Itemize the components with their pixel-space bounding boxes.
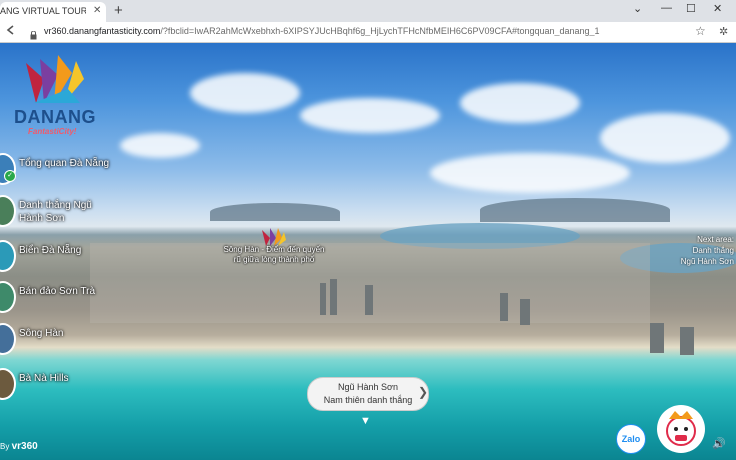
thumbnail-image: [0, 281, 16, 313]
sidebar-item-label: Sông Hàn: [19, 328, 64, 339]
cloud-shape: [430, 153, 630, 193]
thumbnail-image: [0, 368, 16, 400]
cloud-shape: [300, 98, 440, 133]
sidebar-item-ngu-hanh-son[interactable]: Danh thắng Ngũ Hành Sơn: [0, 195, 110, 227]
cloud-shape: [190, 73, 300, 113]
next-area-line1: Next area:: [697, 235, 734, 244]
sidebar-item-label: Bán đảo Sơn Trà: [19, 286, 96, 297]
back-arrow-icon[interactable]: [6, 24, 16, 39]
speaker-icon[interactable]: 🔊: [712, 437, 726, 450]
powered-by[interactable]: By vr360: [0, 441, 38, 452]
tower: [500, 293, 508, 321]
check-icon: ✓: [4, 170, 16, 182]
sidebar-item-label: Tổng quan Đà Nẵng: [19, 158, 110, 169]
zalo-chat-button[interactable]: Zalo: [616, 424, 646, 454]
star-icon[interactable]: ☆: [695, 24, 706, 38]
thumbnail-image: [0, 323, 16, 355]
address-bar: vr360.danangfantasticity.com/?fbclid=IwA…: [0, 22, 736, 43]
sidebar-item-ba-na-hills[interactable]: Bà Nà Hills: [0, 368, 90, 400]
hotspot-marker-icon[interactable]: [258, 226, 288, 246]
chevron-right-icon: ❯: [418, 385, 429, 399]
panorama-viewport[interactable]: DANANG FantastiCity! ✓ Tổng quan Đà Nẵng…: [0, 43, 736, 460]
next-area-line3: Ngũ Hành Sơn: [680, 257, 734, 266]
logo-flag-icon: [26, 55, 84, 103]
minimize-button[interactable]: —: [661, 2, 672, 14]
browser-tab[interactable]: ANG VIRTUAL TOURIST BY ✕: [0, 2, 106, 22]
sidebar-item-label: Biển Đà Nẵng: [19, 245, 82, 256]
sidebar-item-label: Danh thắng Ngũ Hành Sơn: [19, 200, 92, 224]
tab-search-icon[interactable]: ⌄: [633, 2, 642, 15]
sidebar-item-bien-da-nang[interactable]: Biển Đà Nẵng: [0, 240, 110, 272]
tower: [320, 283, 326, 315]
sidebar-item-song-han[interactable]: Sông Hàn: [0, 323, 90, 355]
thumbnail-image: [0, 195, 16, 227]
next-scene-button[interactable]: Ngũ Hành Sơn Nam thiên danh thắng ❯: [307, 377, 429, 411]
maximize-button[interactable]: ☐: [686, 2, 696, 15]
url-host: vr360.danangfantasticity.com: [44, 26, 161, 36]
new-tab-button[interactable]: +: [114, 2, 123, 19]
next-area-line2: Danh thắng: [692, 246, 734, 255]
tab-title: ANG VIRTUAL TOURIST BY: [0, 6, 86, 16]
logo-name: DANANG: [14, 107, 96, 127]
tower: [365, 285, 373, 315]
thumbnail-image: [0, 240, 16, 272]
browser-tab-bar: ANG VIRTUAL TOURIST BY ✕ + ⌄ — ☐ ✕: [0, 0, 736, 22]
tower: [520, 299, 530, 325]
tower: [650, 323, 664, 353]
mountain-shape: [480, 198, 670, 222]
sidebar-item-son-tra[interactable]: Bán đảo Sơn Trà: [0, 281, 110, 313]
url-field[interactable]: vr360.danangfantasticity.com/?fbclid=IwA…: [44, 26, 624, 36]
sidebar-item-tong-quan[interactable]: ✓ Tổng quan Đà Nẵng: [0, 153, 140, 185]
tab-close-icon[interactable]: ✕: [93, 5, 101, 16]
tower: [680, 327, 694, 355]
url-path: /?fbclid=IwAR2ahMcWxebhxh-6XIPSYJUcHBqhf…: [160, 26, 600, 36]
tower: [330, 279, 337, 315]
sidebar-item-label: Bà Nà Hills: [19, 373, 69, 384]
cloud-shape: [600, 113, 730, 163]
cloud-shape: [460, 83, 580, 123]
mountain-shape: [210, 203, 340, 221]
next-scene-subtitle: Nam thiên danh thắng: [323, 395, 413, 405]
next-area-link[interactable]: Next area: Danh thắng Ngũ Hành Sơn: [660, 234, 734, 267]
close-window-button[interactable]: ✕: [713, 2, 722, 15]
hotspot-label[interactable]: Sông Hàn - Điểm đến quyến rũ giữa lòng t…: [222, 245, 326, 265]
lock-icon[interactable]: [30, 27, 37, 40]
next-scene-title: Ngũ Hành Sơn: [338, 382, 398, 392]
powered-prefix: By: [0, 442, 10, 451]
danang-logo[interactable]: DANANG FantastiCity!: [14, 49, 104, 136]
powered-brand: vr360: [11, 441, 38, 452]
mascot-avatar[interactable]: [657, 405, 705, 453]
puzzle-icon[interactable]: ✲: [719, 25, 728, 38]
arrow-down-icon[interactable]: ▼: [360, 415, 371, 427]
logo-tagline: FantastiCity!: [28, 127, 77, 136]
